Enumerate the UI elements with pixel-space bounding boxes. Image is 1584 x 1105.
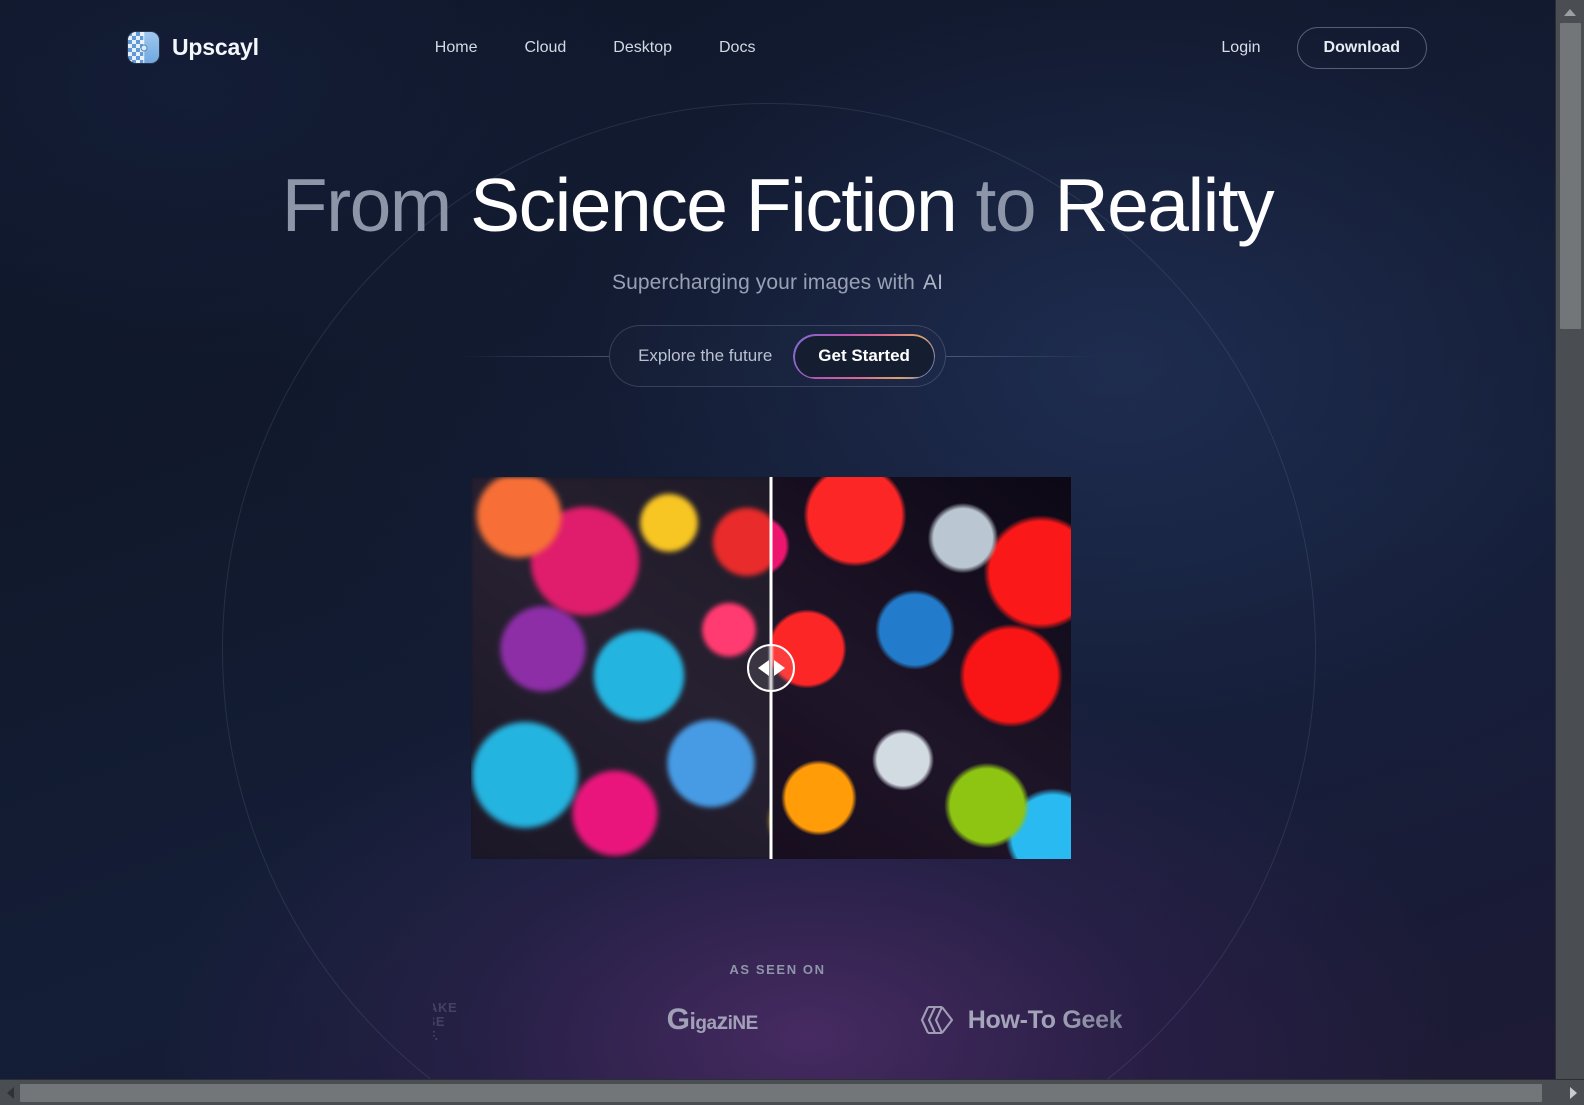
main-navigation: Home Cloud Desktop Docs bbox=[435, 39, 756, 57]
makeuseof-line-1: MAKE bbox=[432, 1000, 458, 1015]
login-link[interactable]: Login bbox=[1221, 39, 1260, 57]
scrollbar-left-arrow-icon[interactable] bbox=[7, 1086, 14, 1099]
hero-subtitle: Supercharging your images with AI bbox=[0, 271, 1555, 295]
image-comparison-slider[interactable] bbox=[471, 477, 1071, 859]
gigazine-letter-z: z bbox=[716, 1008, 729, 1034]
headline-part-to: to bbox=[975, 163, 1037, 247]
site-header: Upscayl Home Cloud Desktop Docs Login Do… bbox=[0, 0, 1555, 95]
cta-label: Explore the future bbox=[638, 346, 773, 365]
how-to-geek-wordmark: How-To Geek bbox=[967, 1005, 1123, 1034]
brand-name: Upscayl bbox=[172, 34, 259, 60]
makeuseof-line-3: OF. bbox=[433, 1028, 439, 1042]
scrollbar-right-arrow-icon[interactable] bbox=[1570, 1086, 1577, 1099]
press-logo-how-to-geek[interactable]: How-To Geek bbox=[918, 999, 1123, 1041]
page-viewport: Upscayl Home Cloud Desktop Docs Login Do… bbox=[0, 0, 1555, 1079]
gigazine-letters-ga: ga bbox=[695, 1013, 717, 1034]
press-logo-gigazine[interactable]: G i ga z iNE bbox=[666, 999, 759, 1041]
scrollbar-up-arrow-icon[interactable] bbox=[1564, 9, 1576, 16]
horizontal-scrollbar[interactable] bbox=[0, 1079, 1584, 1105]
cta-row: Explore the future Get Started bbox=[0, 325, 1555, 387]
cta-rule-right bbox=[945, 355, 1098, 357]
cta-pill: Explore the future Get Started bbox=[609, 325, 946, 387]
hero-subtitle-ai: AI bbox=[922, 271, 944, 294]
how-to-geek-logo: How-To Geek bbox=[918, 1001, 1123, 1039]
headline-part-science: Science Fiction bbox=[470, 163, 958, 247]
download-button[interactable]: Download bbox=[1296, 26, 1427, 69]
comparison-viewport[interactable] bbox=[471, 477, 1071, 859]
upscayl-logo-icon bbox=[128, 32, 159, 63]
browser-window: Upscayl Home Cloud Desktop Docs Login Do… bbox=[0, 0, 1584, 1105]
gigazine-logo-icon: G i ga z iNE bbox=[666, 1003, 759, 1037]
as-seen-on-label: AS SEEN ON bbox=[729, 962, 826, 977]
makeuseof-logo-icon: MAKE USE OF. bbox=[433, 998, 507, 1042]
gigazine-letters-ine: iNE bbox=[727, 1013, 759, 1034]
brand-logo[interactable]: Upscayl bbox=[128, 32, 259, 63]
hero-section: From Science Fiction to Reality Supercha… bbox=[0, 95, 1555, 387]
arrow-left-icon bbox=[757, 660, 769, 676]
press-logo-makeuseof[interactable]: MAKE USE OF. bbox=[433, 998, 507, 1042]
nav-item-desktop[interactable]: Desktop bbox=[613, 39, 672, 57]
get-started-button[interactable]: Get Started bbox=[794, 335, 934, 377]
arrow-right-icon bbox=[773, 660, 785, 676]
makeuseof-line-2: USE bbox=[433, 1014, 446, 1029]
headline-part-from: From bbox=[281, 163, 452, 247]
cta-rule-left bbox=[457, 355, 610, 357]
how-to-geek-hexagon-icon bbox=[920, 1005, 953, 1035]
press-logo-row: MAKE USE OF. G i ga z iNE bbox=[0, 998, 1555, 1042]
page-title: From Science Fiction to Reality bbox=[0, 168, 1555, 243]
logo-handle-knob bbox=[140, 44, 147, 51]
headline-part-reality: Reality bbox=[1054, 163, 1274, 247]
hero-subtitle-text: Supercharging your images with bbox=[611, 271, 915, 294]
gigazine-letter-g: G bbox=[666, 1003, 690, 1036]
nav-item-docs[interactable]: Docs bbox=[719, 39, 755, 57]
as-seen-on-section: AS SEEN ON MAKE USE OF. G i ga z i bbox=[0, 962, 1555, 1042]
vertical-scrollbar-thumb[interactable] bbox=[1560, 23, 1581, 329]
nav-item-home[interactable]: Home bbox=[435, 39, 478, 57]
slider-handle[interactable] bbox=[747, 644, 795, 692]
vertical-scrollbar[interactable] bbox=[1555, 0, 1584, 1079]
nav-item-cloud[interactable]: Cloud bbox=[524, 39, 566, 57]
header-actions: Login Download bbox=[1221, 26, 1427, 69]
horizontal-scrollbar-thumb[interactable] bbox=[20, 1084, 1542, 1102]
